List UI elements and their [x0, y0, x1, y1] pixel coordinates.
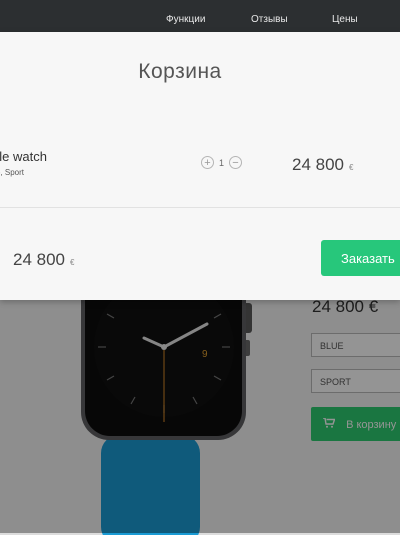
cart-total-value: 24 800 — [13, 250, 65, 269]
modal-title: Корзина — [138, 60, 222, 83]
order-button[interactable]: Заказать — [321, 240, 400, 276]
quantity-stepper: + 1 − — [201, 156, 243, 169]
cart-item-name: ple watch — [0, 149, 47, 164]
increase-quantity-button[interactable]: + — [201, 156, 214, 169]
cart-total-currency: € — [70, 258, 75, 267]
cart-modal: Корзина ple watch e, Sport + 1 − 24 800 €… — [0, 32, 400, 300]
decrease-quantity-button[interactable]: − — [229, 156, 243, 169]
cart-item-price: 24 800 € — [292, 155, 353, 175]
nav-item-prices[interactable]: Цены — [332, 14, 358, 25]
cart-total: 24 800 € — [13, 250, 74, 270]
nav-item-reviews[interactable]: Отзывы — [251, 14, 288, 25]
cart-item-options: e, Sport — [0, 168, 25, 177]
quantity-value: 1 — [219, 157, 225, 168]
cart-item-currency: € — [349, 163, 354, 172]
divider — [0, 207, 400, 208]
top-nav: Функции Отзывы Цены — [0, 0, 400, 32]
cart-item-price-value: 24 800 — [292, 155, 344, 174]
nav-item-features[interactable]: Функции — [166, 14, 205, 25]
